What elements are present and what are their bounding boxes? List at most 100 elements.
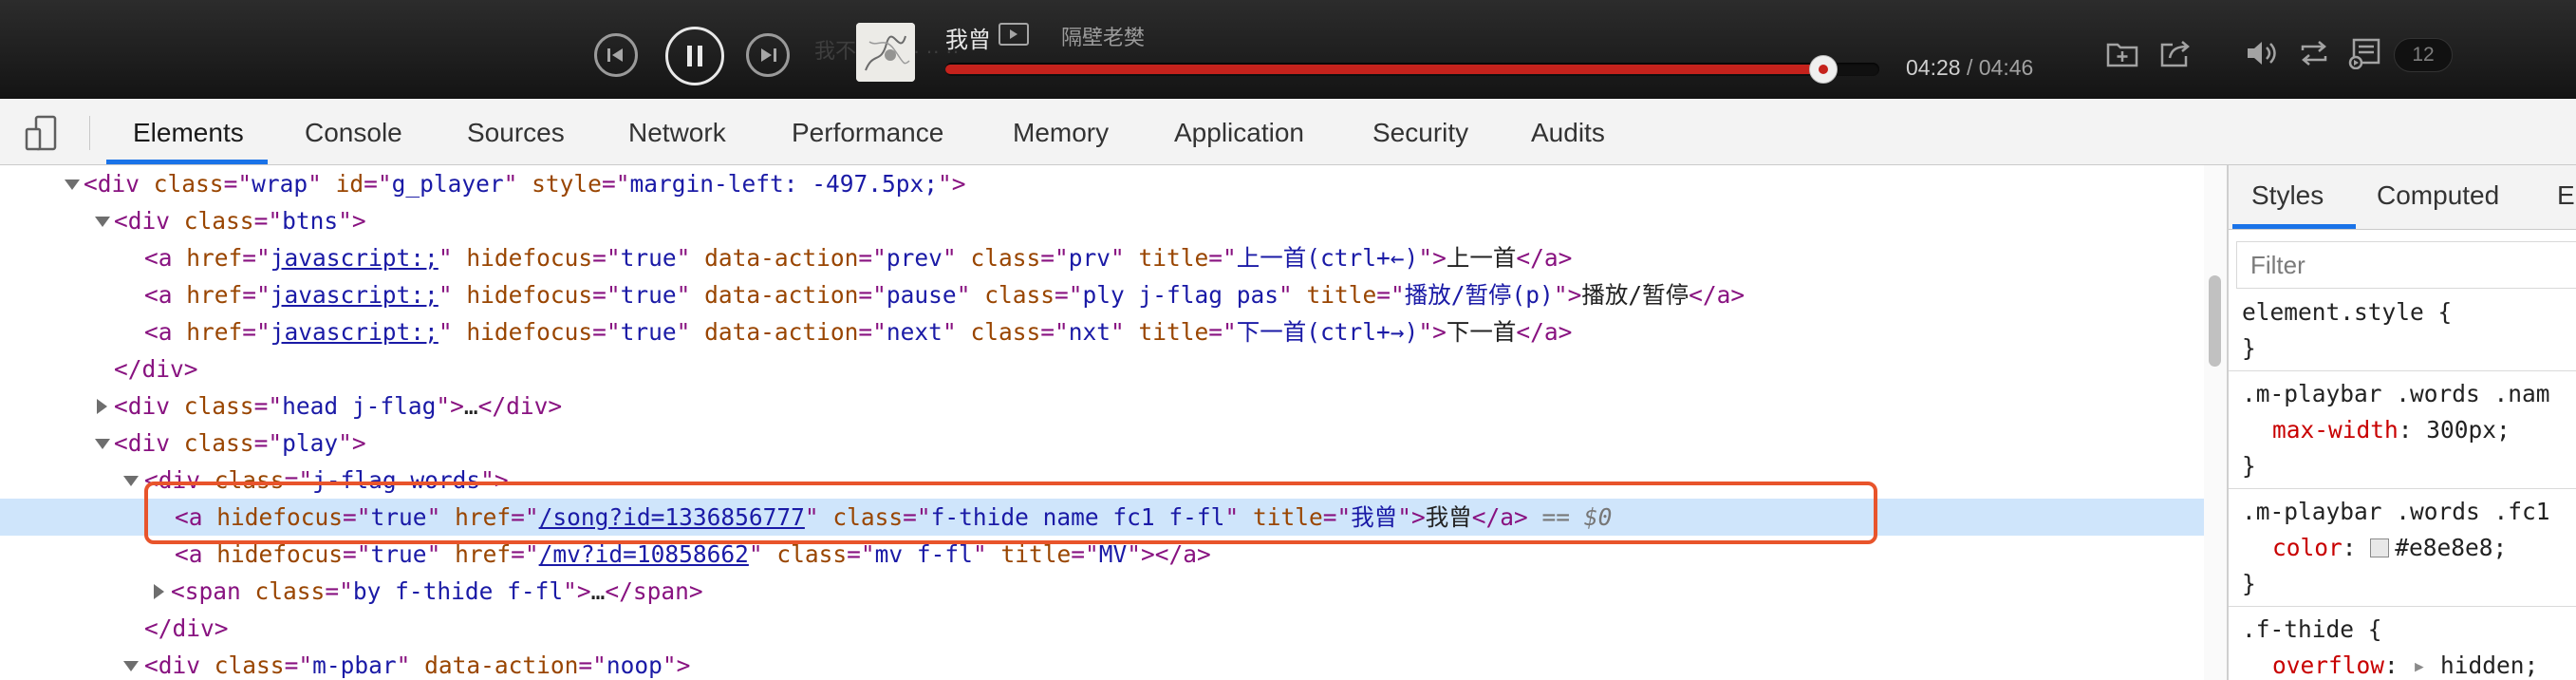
dom-node-next-link[interactable]: <a href="javascript:;" hidefocus="true" … xyxy=(0,313,2227,350)
rule-declaration[interactable]: color: #e8e8e8; xyxy=(2272,530,2507,566)
rule-selector[interactable]: .m-playbar .words .nam xyxy=(2242,376,2550,412)
rule-selector[interactable]: .m-playbar .words .fc1 xyxy=(2242,494,2550,530)
tab-sources[interactable]: Sources xyxy=(467,118,565,148)
progress-thumb[interactable] xyxy=(1808,55,1838,84)
previous-icon xyxy=(607,48,623,62)
elements-scrollbar[interactable] xyxy=(2204,165,2227,680)
css-property[interactable]: max-width xyxy=(2272,416,2399,444)
song-name[interactable]: 我曾 xyxy=(945,21,991,54)
dom-node-pbar[interactable]: <div class="m-pbar" data-action="noop"> xyxy=(0,647,2227,680)
dom-node-prev-link[interactable]: <a href="javascript:;" hidefocus="true" … xyxy=(0,239,2227,276)
dom-node-by-span[interactable]: <span class="by f-thide f-fl">…</span> xyxy=(0,573,2227,610)
css-value[interactable]: #e8e8e8; xyxy=(2395,534,2507,561)
tag-name: span xyxy=(184,577,241,605)
collapse-triangle-icon[interactable] xyxy=(123,476,139,486)
tab-console[interactable]: Console xyxy=(305,118,402,148)
playlist-count-badge[interactable]: 12 xyxy=(2394,38,2453,72)
attr-value: MV xyxy=(1098,540,1128,568)
elements-tree: <div class="wrap" id="g_player" style="m… xyxy=(0,165,2227,680)
collapse-triangle-icon[interactable] xyxy=(65,179,80,190)
rule-declaration[interactable]: max-width: 300px; xyxy=(2272,412,2511,448)
progress-played xyxy=(945,65,1823,74)
artist-name[interactable]: 隔壁老樊 xyxy=(1061,21,1145,51)
pause-icon xyxy=(687,46,702,66)
css-value[interactable]: 300px; xyxy=(2426,416,2511,444)
dom-node-play[interactable]: <div class="play"> xyxy=(0,425,2227,462)
rule-declaration[interactable]: overflow: ▸ hidden; xyxy=(2272,648,2538,680)
mv-icon[interactable] xyxy=(999,23,1029,46)
attr-value: play xyxy=(282,429,339,457)
rule-selector[interactable]: .f-thide { xyxy=(2242,612,2382,648)
annotation-highlight-box xyxy=(144,482,1877,544)
expand-shorthand-icon[interactable]: ▸ xyxy=(2413,652,2441,679)
tab-computed[interactable]: Computed xyxy=(2377,180,2499,211)
attr-value: true xyxy=(620,281,677,309)
tab-event-listeners[interactable]: E xyxy=(2557,180,2575,211)
loop-mode-button[interactable] xyxy=(2295,34,2333,72)
album-cover[interactable] xyxy=(856,23,915,82)
device-toolbar-toggle[interactable] xyxy=(23,114,61,152)
folder-plus-icon xyxy=(2106,43,2138,67)
time-separator: / xyxy=(1966,55,1979,80)
css-value[interactable]: hidden; xyxy=(2440,652,2538,679)
dom-node-btns[interactable]: <div class="btns"> xyxy=(0,202,2227,239)
styles-pane: Styles Computed E Filter element.style {… xyxy=(2229,165,2576,680)
music-player-bar: 我不··· 1 · · ·· ·· 我曾 隔壁老樊 04:28 / 04:46 xyxy=(0,0,2576,99)
dom-node-wrap[interactable]: <div class="wrap" id="g_player" style="m… xyxy=(0,165,2227,202)
previous-track-button[interactable] xyxy=(594,33,638,77)
tab-network[interactable]: Network xyxy=(628,118,726,148)
tab-application[interactable]: Application xyxy=(1174,118,1304,148)
styles-filter-input[interactable]: Filter xyxy=(2236,241,2576,289)
attr-value: true xyxy=(370,540,427,568)
dom-node-close-div[interactable]: </div> xyxy=(0,610,2227,647)
rule-divider xyxy=(2229,370,2576,371)
progress-track[interactable] xyxy=(945,55,1879,84)
dom-node-close-div[interactable]: </div> xyxy=(0,350,2227,387)
tab-styles[interactable]: Styles xyxy=(2251,180,2324,211)
attr-value: m-pbar xyxy=(312,652,397,679)
attr-value-link[interactable]: javascript:; xyxy=(271,244,439,272)
devtools-tab-bar: Elements Console Sources Network Perform… xyxy=(0,99,2576,165)
add-to-playlist-button[interactable] xyxy=(2103,34,2141,72)
collapsed-ellipsis[interactable]: … xyxy=(591,577,606,605)
volume-button[interactable] xyxy=(2242,34,2280,72)
expand-triangle-icon[interactable] xyxy=(97,399,107,414)
attr-value: ply j-flag pas xyxy=(1082,281,1279,309)
attr-value-link[interactable]: javascript:; xyxy=(271,318,439,346)
attr-name: class xyxy=(153,170,224,198)
attr-value: 下一首(ctrl+→) xyxy=(1236,318,1419,346)
expand-triangle-icon[interactable] xyxy=(154,584,164,599)
tab-memory[interactable]: Memory xyxy=(1013,118,1109,148)
collapse-triangle-icon[interactable] xyxy=(95,439,110,449)
css-property[interactable]: color xyxy=(2272,534,2343,561)
next-track-button[interactable] xyxy=(746,33,790,77)
tab-performance[interactable]: Performance xyxy=(792,118,943,148)
tab-audits[interactable]: Audits xyxy=(1531,118,1605,148)
rule-divider xyxy=(2229,488,2576,489)
attr-value-link[interactable]: javascript:; xyxy=(271,281,439,309)
dom-node-head[interactable]: <div class="head j-flag">…</div> xyxy=(0,387,2227,425)
collapsed-ellipsis[interactable]: … xyxy=(464,392,478,420)
attr-value-link[interactable]: /mv?id=10858662 xyxy=(539,540,749,568)
tab-elements[interactable]: Elements xyxy=(133,118,244,148)
attr-value: next xyxy=(886,318,943,346)
attr-name: class xyxy=(183,207,254,235)
rule-close-brace: } xyxy=(2242,570,2256,597)
tab-security[interactable]: Security xyxy=(1372,118,1468,148)
dom-node-pause-link[interactable]: <a href="javascript:;" hidefocus="true" … xyxy=(0,276,2227,313)
rule-selector[interactable]: element.style { xyxy=(2242,294,2452,331)
collapse-triangle-icon[interactable] xyxy=(123,661,139,671)
color-swatch[interactable] xyxy=(2370,538,2390,557)
playlist-button[interactable] xyxy=(2346,34,2384,72)
rule-divider xyxy=(2229,606,2576,607)
attr-value: mv f-fl xyxy=(874,540,973,568)
node-text: 下一首 xyxy=(1446,318,1517,346)
styles-tab-bar: Styles Computed E xyxy=(2229,165,2576,230)
pause-button[interactable] xyxy=(665,27,724,85)
collapse-triangle-icon[interactable] xyxy=(95,217,110,227)
time-display: 04:28 / 04:46 xyxy=(1906,55,2033,81)
scrollbar-thumb[interactable] xyxy=(2209,275,2221,367)
share-button[interactable] xyxy=(2156,34,2194,72)
css-property[interactable]: overflow xyxy=(2272,652,2384,679)
tag-name: div xyxy=(158,652,201,679)
